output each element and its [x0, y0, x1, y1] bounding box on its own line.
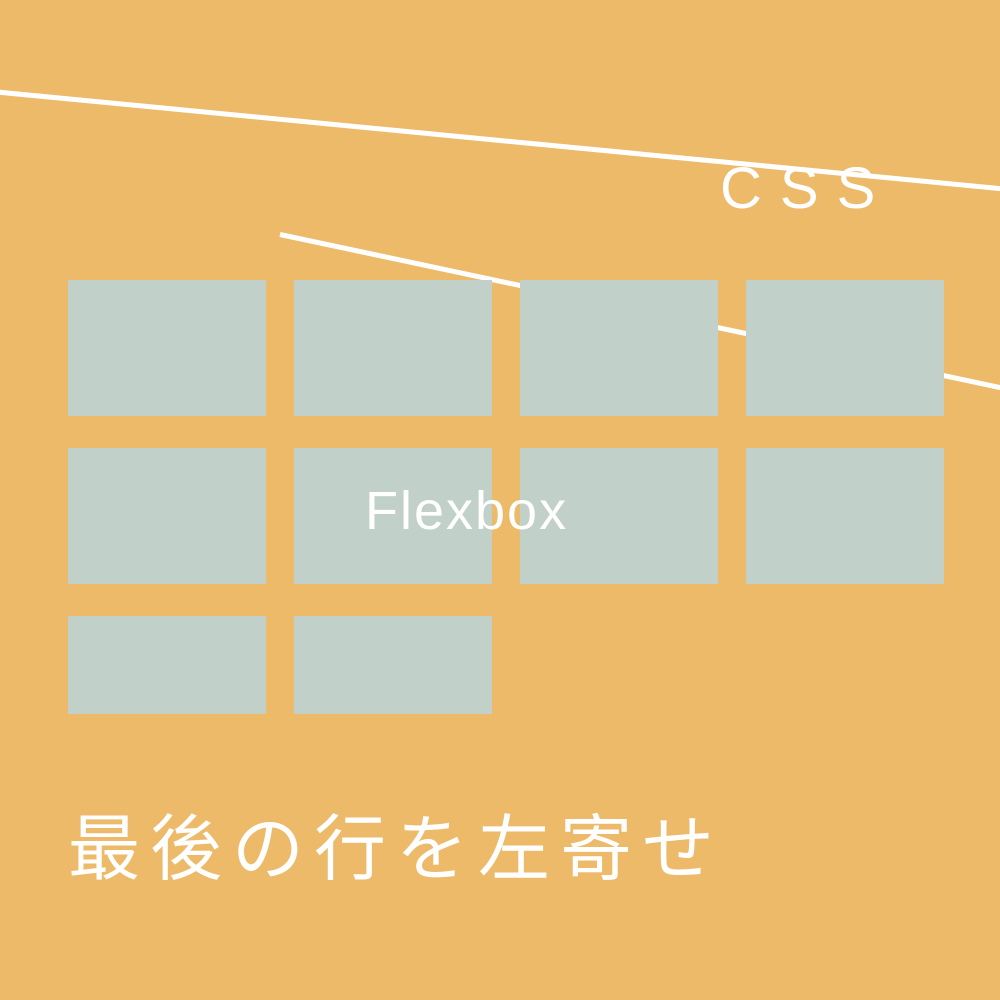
grid-cell	[294, 616, 492, 714]
grid-cell	[294, 280, 492, 416]
grid-cell	[68, 448, 266, 584]
css-heading: CSS	[720, 155, 893, 222]
grid-cell	[746, 280, 944, 416]
grid-cell	[520, 280, 718, 416]
grid-cell	[68, 616, 266, 714]
caption-text: 最後の行を左寄せ	[68, 790, 724, 895]
grid-cell	[746, 448, 944, 584]
grid-cell	[68, 280, 266, 416]
flexbox-heading: Flexbox	[365, 480, 568, 542]
